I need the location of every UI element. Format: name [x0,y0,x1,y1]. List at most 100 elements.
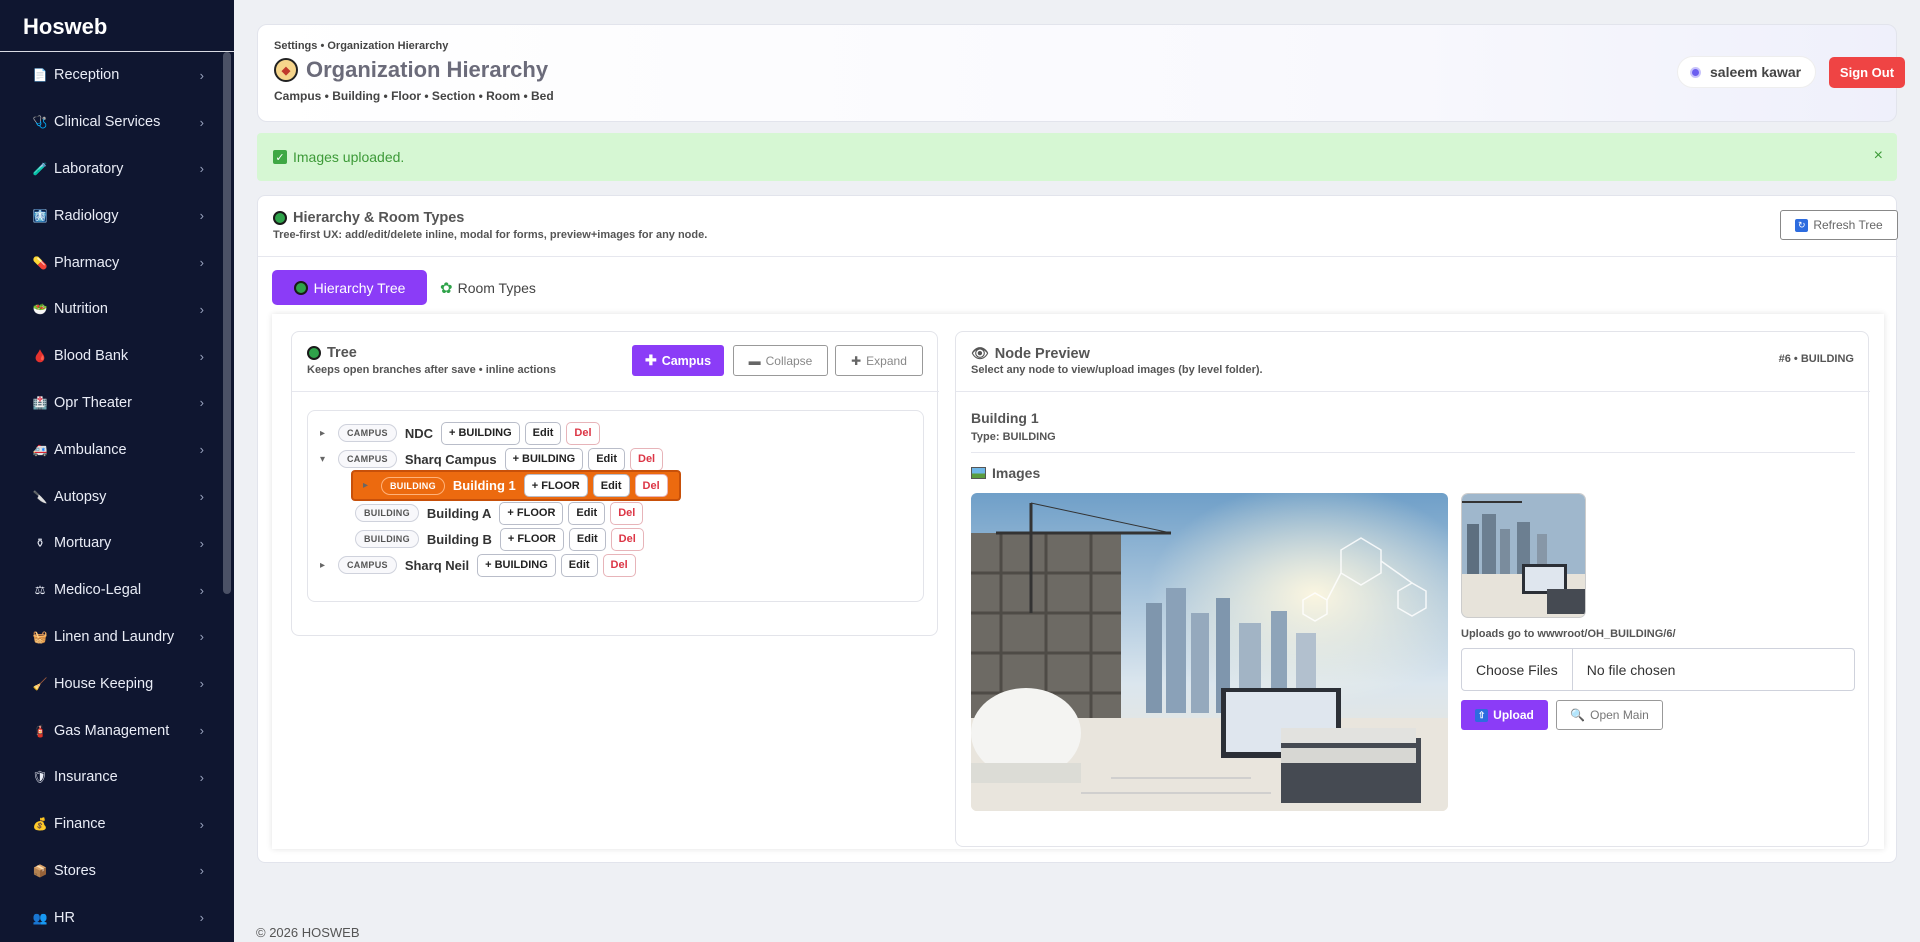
sidebar-item-label: Medico-Legal [54,582,142,599]
delete-button[interactable]: Del [610,501,644,525]
close-icon[interactable]: × [1874,147,1883,165]
tab-room-types[interactable]: ✿ Room Types [436,270,536,305]
expand-button[interactable]: ✚ Expand [835,345,923,376]
node-name: Building 1 [971,410,1039,426]
tree-node-row[interactable]: ▾ CAMPUS Sharq Campus + BUILDING Edit Del [320,446,668,472]
add-child-button[interactable]: + FLOOR [523,474,588,497]
refresh-tree-button[interactable]: ↻ Refresh Tree [1780,210,1898,240]
edit-button[interactable]: Edit [588,447,625,471]
chevron-right-icon: › [199,582,204,598]
plus-icon: ✚ [644,352,657,368]
sidebar-item-label: Finance [54,816,106,833]
sidebar-item-blood-bank[interactable]: 🩸 Blood Bank › [0,333,234,380]
sidebar-item-laboratory[interactable]: 🧪 Laboratory › [0,146,234,193]
delete-button[interactable]: Del [630,447,664,471]
edit-button[interactable]: Edit [592,474,630,497]
tab-content: Tree Keeps open branches after save • in… [272,314,1884,849]
page-title-text: Organization Hierarchy [306,57,549,82]
upload-path-note: Uploads go to wwwroot/OH_BUILDING/6/ [1461,628,1676,640]
level-badge: CAMPUS [338,450,397,468]
sidebar-item-hr[interactable]: 👥 HR › [0,894,234,941]
tree-icon [293,280,308,295]
edit-button[interactable]: Edit [560,553,598,577]
urn-icon: ⚱ [34,536,46,551]
node-name[interactable]: Building A [427,506,492,521]
file-status: No file chosen [1586,661,1676,678]
user-badge[interactable]: saleem kawar [1677,56,1817,88]
node-name[interactable]: Building B [427,532,492,547]
sidebar-item-gas-management[interactable]: 🧯 Gas Management › [0,707,234,754]
sidebar-item-radiology[interactable]: 🩻 Radiology › [0,192,234,239]
delete-button[interactable]: Del [602,553,636,577]
add-campus-button[interactable]: ✚ Campus [632,345,724,376]
user-status-icon [1690,66,1701,78]
level-badge: BUILDING [381,476,445,495]
add-child-button[interactable]: + FLOOR [499,501,564,525]
gas-cylinder-icon: 🧯 [32,723,48,738]
main-content: Settings • Organization Hierarchy ◆ Orga… [234,0,1920,942]
sidebar-item-clinical-services[interactable]: 🩺 Clinical Services › [0,99,234,146]
divider [258,256,1898,257]
caret-right-icon[interactable]: ▸ [363,480,377,491]
level-badge: CAMPUS [338,424,397,442]
add-child-button[interactable]: + FLOOR [499,527,564,551]
caret-down-icon[interactable]: ▾ [320,454,334,465]
tab-hierarchy-tree[interactable]: Hierarchy Tree [272,270,427,305]
tree-node-row[interactable]: ▸ BUILDING Building 1 + FLOOR Edit Del [351,470,681,501]
sidebar-item-autopsy[interactable]: 🔪 Autopsy › [0,473,234,520]
node-name[interactable]: Sharq Neil [405,558,469,573]
sidebar-item-label: Mortuary [54,535,112,552]
sidebar-item-mortuary[interactable]: ⚱ Mortuary › [0,520,234,567]
sidebar-item-nutrition[interactable]: 🥗 Nutrition › [0,286,234,333]
delete-button[interactable]: Del [566,421,600,445]
sidebar-item-finance[interactable]: 💰 Finance › [0,801,234,848]
tree-subtitle: Keeps open branches after save • inline … [307,364,556,376]
edit-button[interactable]: Edit [524,421,562,445]
node-name[interactable]: Building 1 [453,478,516,493]
node-name[interactable]: Sharq Campus [405,452,497,467]
breadcrumb: Settings • Organization Hierarchy [274,40,449,52]
level-badge: BUILDING [355,504,419,522]
money-bag-icon: 💰 [32,817,48,832]
image-thumbnail[interactable] [1461,493,1586,618]
sidebar-scrollbar[interactable] [223,52,231,594]
sidebar-item-label: Autopsy [54,488,107,505]
sidebar-item-linen-and-laundry[interactable]: 🧺 Linen and Laundry › [0,614,234,661]
sidebar-item-opr-theater[interactable]: 🏥 Opr Theater › [0,380,234,427]
sign-out-button[interactable]: Sign Out [1829,57,1905,88]
sidebar-item-stores[interactable]: 📦 Stores › [0,848,234,895]
node-name[interactable]: NDC [405,426,433,441]
delete-button[interactable]: Del [610,527,644,551]
open-main-button[interactable]: 🔍 Open Main [1556,700,1663,730]
tree-icon [307,346,321,360]
sidebar-item-reception[interactable]: 📄 Reception › [0,52,234,99]
refresh-icon: ↻ [1795,218,1809,232]
edit-button[interactable]: Edit [568,501,606,525]
caret-right-icon[interactable]: ▸ [320,560,334,571]
add-child-button[interactable]: + BUILDING [440,421,520,445]
tree-node-row[interactable]: BUILDING Building A + FLOOR Edit Del [355,500,648,526]
caret-right-icon[interactable]: ▸ [320,428,334,439]
brand-logo[interactable]: Hosweb [0,0,234,52]
sidebar-item-label: Clinical Services [54,114,161,131]
add-child-button[interactable]: + BUILDING [504,447,584,471]
tree-node-row[interactable]: ▸ CAMPUS NDC + BUILDING Edit Del [320,420,605,446]
hospital-icon: 🏥 [32,395,48,410]
tree-node-row[interactable]: ▸ CAMPUS Sharq Neil + BUILDING Edit Del [320,552,641,578]
collapse-button[interactable]: ▬ Collapse [733,345,828,376]
sidebar-item-pharmacy[interactable]: 💊 Pharmacy › [0,239,234,286]
tree-node-row[interactable]: BUILDING Building B + FLOOR Edit Del [355,526,649,552]
add-child-button[interactable]: + BUILDING [477,553,556,577]
sidebar-item-insurance[interactable]: 🛡 Insurance › [0,754,234,801]
choose-files-button[interactable]: Choose Files [1462,649,1573,690]
edit-button[interactable]: Edit [568,527,606,551]
upload-button[interactable]: ⇧ Upload [1461,700,1548,730]
sidebar-item-label: Reception [54,67,120,84]
sidebar-nav: 📄 Reception › 🩺 Clinical Services › 🧪 Laborator… [0,52,234,941]
sidebar-item-house-keeping[interactable]: 🧹 House Keeping › [0,660,234,707]
sidebar-item-ambulance[interactable]: 🚑 Ambulance › [0,426,234,473]
sidebar-item-medico-legal[interactable]: ⚖ Medico-Legal › [0,567,234,614]
level-badge: CAMPUS [338,556,397,574]
delete-button[interactable]: Del [634,474,668,497]
file-input[interactable]: Choose Files No file chosen [1461,648,1855,691]
